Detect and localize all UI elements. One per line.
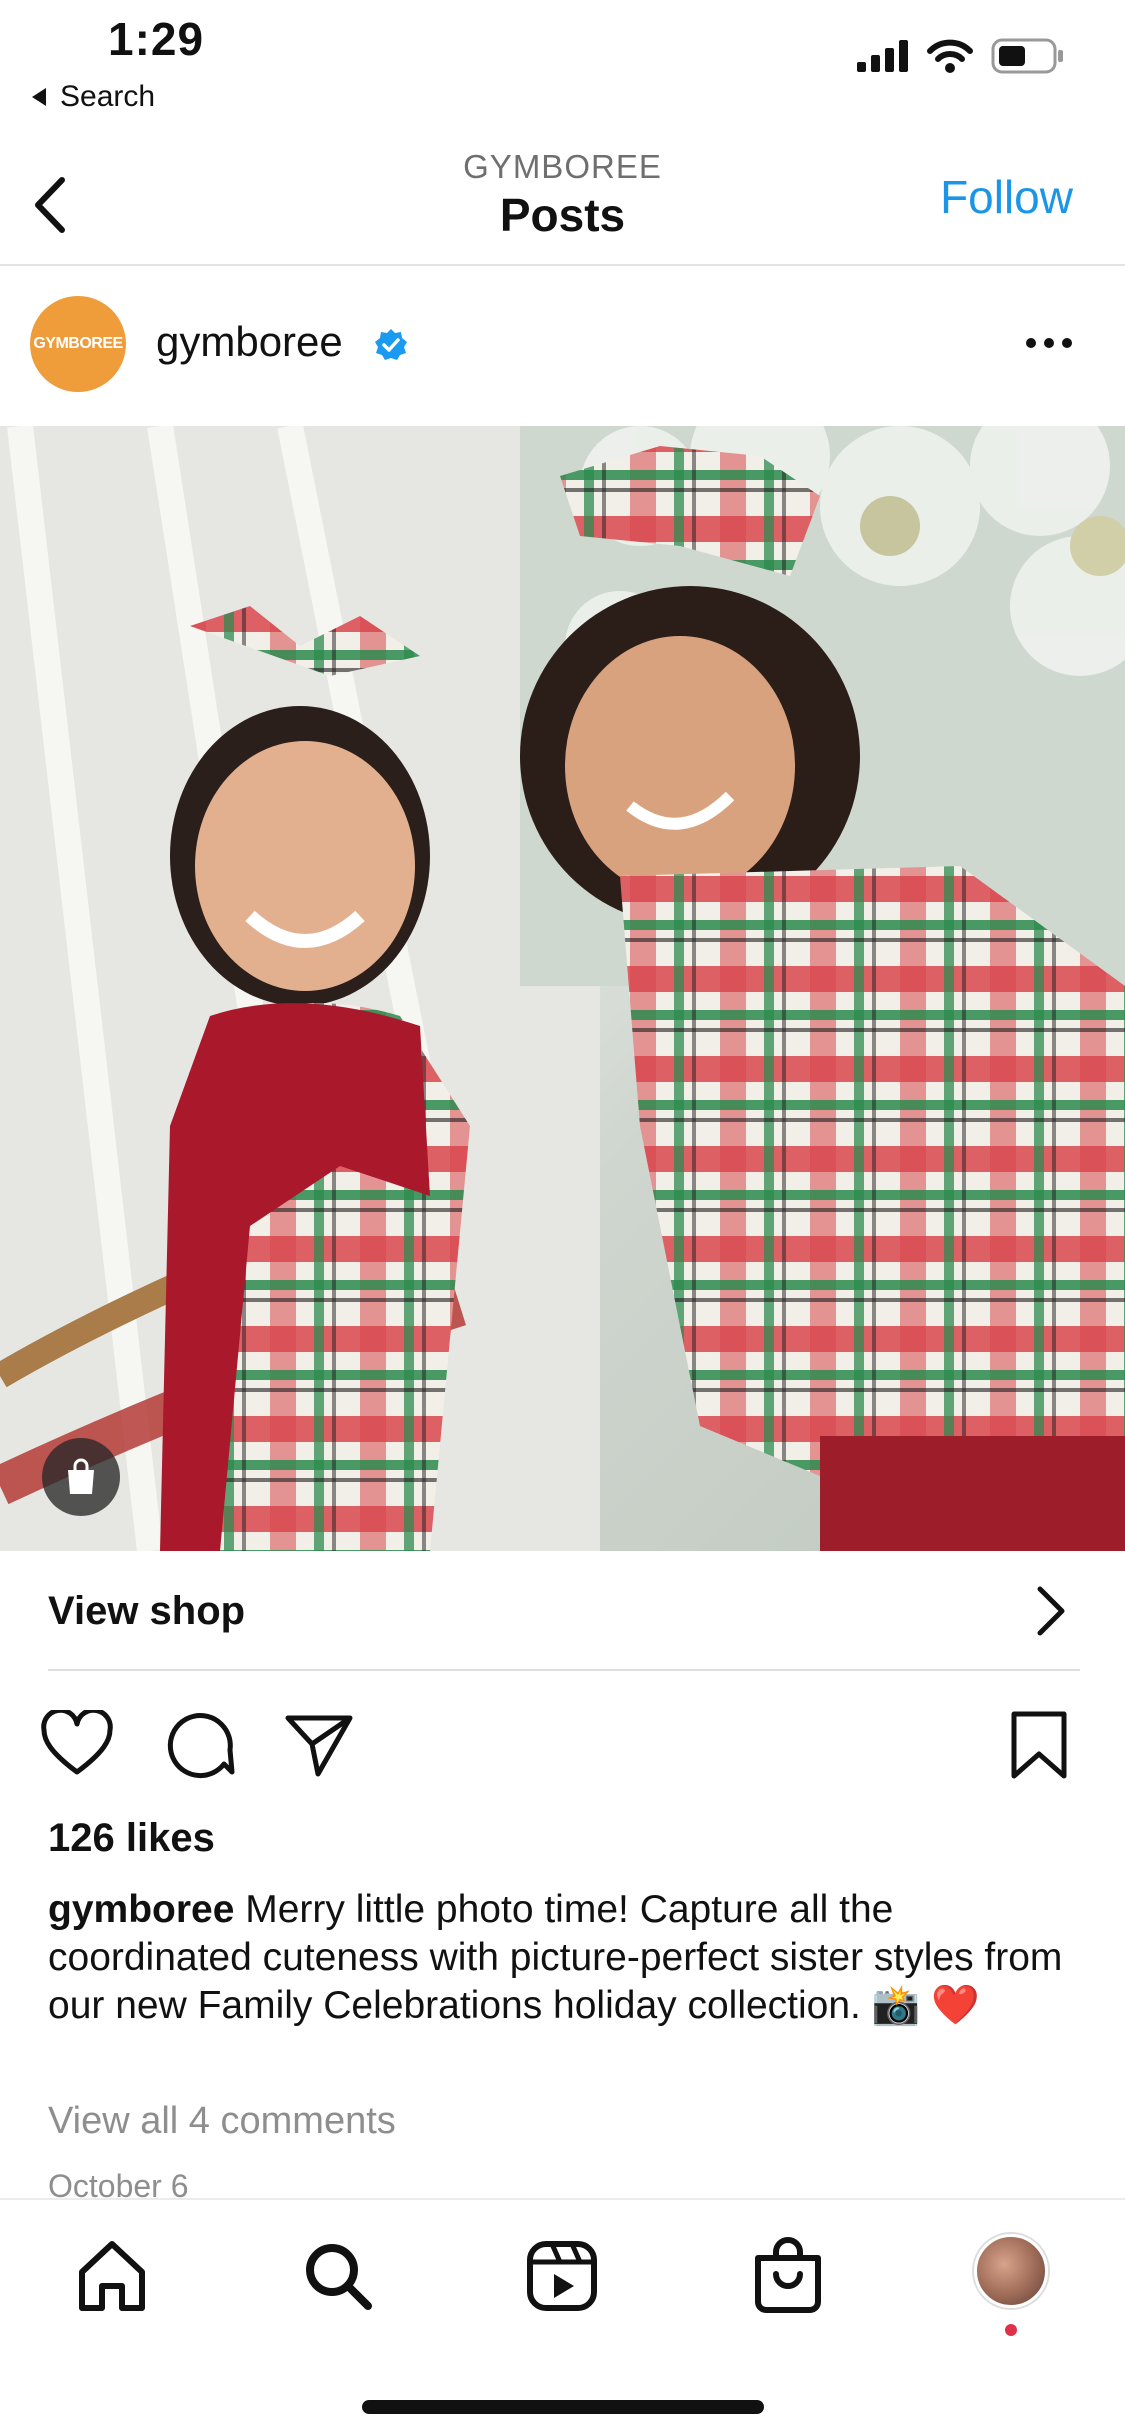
follow-button[interactable]: Follow bbox=[940, 170, 1073, 224]
reels-icon[interactable] bbox=[522, 2236, 602, 2316]
share-icon[interactable] bbox=[282, 1710, 356, 1780]
shop-tags-button[interactable] bbox=[42, 1438, 120, 1516]
avatar[interactable] bbox=[974, 2234, 1048, 2308]
view-shop-label: View shop bbox=[48, 1589, 246, 1633]
shopping-bag-icon bbox=[68, 1458, 94, 1494]
back-to-search-link[interactable]: Search bbox=[30, 80, 155, 114]
ellipsis-icon[interactable] bbox=[1019, 318, 1079, 368]
avatar-logo-text: GYMBOREE bbox=[33, 335, 123, 352]
nav-header: GYMBOREE Posts Follow bbox=[0, 140, 1125, 266]
post-username[interactable]: gymboree bbox=[156, 318, 343, 366]
search-icon[interactable] bbox=[298, 2236, 378, 2316]
chevron-right-icon bbox=[1037, 1586, 1065, 1636]
home-icon[interactable] bbox=[72, 2236, 152, 2316]
post-photo[interactable] bbox=[0, 426, 1125, 1551]
shopping-bag-icon[interactable] bbox=[748, 2236, 828, 2316]
back-to-search-label: Search bbox=[60, 80, 156, 113]
photo-illustration bbox=[0, 426, 1125, 1551]
comment-icon[interactable] bbox=[162, 1710, 236, 1780]
status-time: 1:29 bbox=[108, 13, 205, 65]
verified-badge-icon bbox=[375, 329, 407, 360]
wifi-icon bbox=[927, 39, 973, 73]
view-comments-link[interactable]: View all 4 comments bbox=[48, 2100, 396, 2143]
notification-dot bbox=[1005, 2324, 1017, 2336]
status-icons bbox=[857, 38, 1065, 74]
instagram-post-screen: 1:29 Search GYMBOREE Posts Follow GYMBOR… bbox=[0, 0, 1125, 2436]
battery-icon bbox=[991, 38, 1063, 74]
back-arrow-icon bbox=[32, 88, 46, 106]
likes-count[interactable]: 126 likes bbox=[48, 1816, 215, 1861]
home-indicator bbox=[362, 2400, 764, 2414]
avatar[interactable]: GYMBOREE bbox=[30, 296, 126, 392]
post-caption: gymboree Merry little photo time! Captur… bbox=[48, 1886, 1078, 2030]
bookmark-icon[interactable] bbox=[1002, 1710, 1076, 1780]
view-shop-row[interactable]: View shop bbox=[48, 1551, 1080, 1671]
signal-icon bbox=[857, 40, 908, 72]
caption-username[interactable]: gymboree bbox=[48, 1888, 234, 1931]
heart-icon[interactable] bbox=[40, 1710, 114, 1780]
